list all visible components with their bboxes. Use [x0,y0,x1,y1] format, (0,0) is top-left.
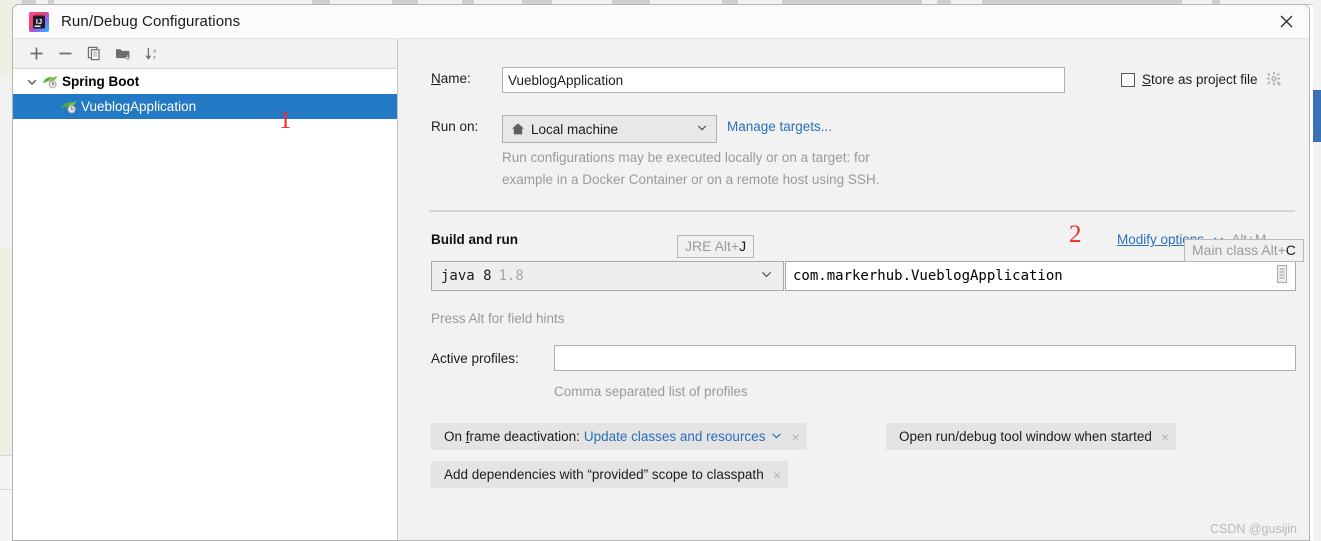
tree-item-vueblogapplication[interactable]: VueblogApplication [13,94,397,119]
name-input-value: VueblogApplication [508,72,624,88]
add-configuration-button[interactable] [22,41,51,67]
jre-value: java 8 [441,268,492,284]
store-as-project-file-label: Store as project file [1142,72,1258,87]
dialog-title: Run/Debug Configurations [61,13,241,30]
dialog-titlebar: IJ Run/Debug Configurations [13,5,1309,39]
tree-group-spring-boot[interactable]: Spring Boot [13,69,397,94]
sort-alphabetically-icon[interactable]: a z [138,41,167,67]
jre-dropdown[interactable]: java 8 1.8 [431,261,784,291]
screenshot-root: IJ Run/Debug Configurations a z Spring B… [0,0,1321,541]
run-debug-configurations-dialog: IJ Run/Debug Configurations a z Spring B… [12,4,1310,541]
build-and-run-title: Build and run [431,232,518,247]
field-hints-text: Press Alt for field hints [431,311,565,326]
background-right-strip [1313,0,1321,541]
main-class-value: com.markerhub.VueblogApplication [793,268,1063,284]
active-profiles-hint: Comma separated list of profiles [554,384,748,399]
tree-group-label: Spring Boot [62,74,140,89]
chip-label: Open run/debug tool window when started [899,429,1152,444]
svg-text:IJ: IJ [36,17,42,26]
chip-open-tool-window[interactable]: Open run/debug tool window when started … [886,423,1177,450]
run-on-hint-line-2: example in a Docker Container or on a re… [502,172,880,187]
main-class-tooltip-key: C [1285,242,1296,258]
store-as-project-file-row: Store as project file [1121,71,1283,88]
name-label: Name: [431,71,471,86]
main-class-tooltip-text: Main class Alt+ [1192,242,1286,258]
chevron-down-icon[interactable] [22,76,42,88]
background-right-accent [1313,90,1321,142]
spring-boot-icon [61,99,78,115]
chevron-down-icon[interactable] [696,122,708,137]
jre-field-hint-tooltip: JRE Alt+J [677,235,755,258]
chip-on-frame-deactivation[interactable]: On frame deactivation: Update classes an… [431,423,807,450]
store-as-project-file-checkbox[interactable] [1121,72,1135,87]
intellij-idea-icon: IJ [29,12,49,32]
chevron-down-icon[interactable] [760,268,773,285]
jre-version: 1.8 [498,268,524,284]
chip-value[interactable]: Update classes and resources [584,429,766,444]
name-input[interactable]: VueblogApplication [502,67,1065,93]
manage-targets-link[interactable]: Manage targets... [727,119,832,134]
watermark: CSDN @gusijin [1209,522,1297,536]
active-profiles-label: Active profiles: [431,351,519,366]
remove-configuration-button[interactable] [51,41,80,67]
close-icon[interactable]: × [1161,430,1169,444]
home-icon [511,122,525,136]
chevron-down-icon[interactable] [771,429,782,444]
close-icon[interactable]: × [791,430,799,444]
jre-tooltip-text: JRE Alt+ [685,238,740,254]
active-profiles-row: Active profiles: [431,351,519,366]
run-on-dropdown[interactable]: Local machine [502,115,717,143]
run-on-label: Run on: [431,119,479,134]
name-row: Name: [431,71,471,86]
configurations-tree: Spring Boot VueblogApplication [13,69,397,540]
close-icon[interactable]: × [773,468,781,482]
browse-class-icon[interactable] [1273,263,1291,289]
chip-add-provided-scope[interactable]: Add dependencies with “provided” scope t… [431,461,788,488]
chip-label: On frame deactivation: [444,429,580,444]
tree-item-label: VueblogApplication [81,99,197,114]
section-separator [429,210,1295,212]
active-profiles-input[interactable] [554,345,1296,371]
jre-tooltip-key: J [739,238,747,254]
annotation-2: 2 [1069,221,1082,248]
svg-text:z: z [153,55,156,61]
folder-add-icon[interactable] [109,41,138,67]
main-class-field-hint-tooltip: Main class Alt+C [1184,239,1304,262]
close-icon[interactable] [1264,5,1309,38]
tree-toolbar: a z [13,39,397,69]
gear-dropdown-icon[interactable] [1266,71,1283,88]
svg-text:a: a [153,49,156,55]
chip-label: Add dependencies with “provided” scope t… [444,467,764,482]
run-on-value: Local machine [531,121,619,137]
run-on-row: Run on: [431,119,478,134]
configuration-editor-panel: Name: VueblogApplication Store as projec… [399,39,1309,540]
run-on-hint-line-1: Run configurations may be executed local… [502,150,870,165]
main-class-input[interactable]: com.markerhub.VueblogApplication [785,261,1296,291]
annotation-1: 1 [279,107,292,134]
spring-boot-icon [42,74,59,90]
copy-icon[interactable] [80,41,109,67]
configurations-tree-panel: a z Spring Boot VueblogApplication [13,39,398,540]
